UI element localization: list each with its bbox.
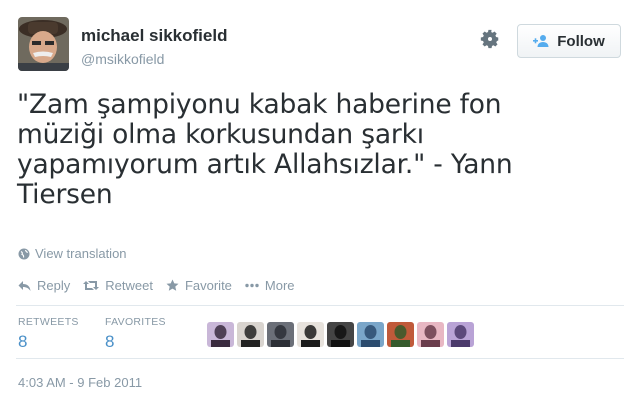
- reply-icon: [18, 281, 31, 291]
- favorite-button[interactable]: Favorite: [166, 278, 232, 293]
- globe-icon: [18, 248, 30, 259]
- favoriter-avatar[interactable]: [327, 322, 354, 347]
- favoriter-avatar[interactable]: [357, 322, 384, 347]
- user-name[interactable]: michael sikkofield: [81, 26, 227, 46]
- more-dots-icon: [245, 283, 259, 288]
- star-icon: [166, 279, 179, 291]
- favoriter-avatar[interactable]: [237, 322, 264, 347]
- divider: [16, 358, 624, 359]
- retweet-button[interactable]: Retweet: [83, 278, 153, 293]
- favoriter-avatar[interactable]: [387, 322, 414, 347]
- gear-icon[interactable]: [479, 28, 501, 50]
- view-translation-label: View translation: [35, 246, 127, 261]
- favoriters-list: [207, 322, 474, 347]
- view-translation-link[interactable]: View translation: [18, 246, 127, 261]
- favoriter-avatar[interactable]: [417, 322, 444, 347]
- more-button[interactable]: More: [245, 278, 295, 293]
- tweet-text: "Zam şampiyonu kabak haberine fon müziği…: [17, 89, 513, 210]
- favoriter-avatar[interactable]: [207, 322, 234, 347]
- follow-label: Follow: [557, 32, 605, 50]
- more-label: More: [264, 278, 295, 293]
- favorites-label: FAVORITES: [105, 316, 166, 328]
- favorite-label: Favorite: [184, 278, 232, 293]
- reply-label: Reply: [37, 278, 71, 293]
- tweet-actions: Reply Retweet Favorite More: [18, 278, 308, 293]
- retweets-count: 8: [18, 332, 28, 351]
- follow-button[interactable]: Follow: [517, 24, 621, 58]
- add-user-icon: [533, 35, 549, 47]
- retweet-icon: [83, 281, 100, 290]
- favoriter-avatar[interactable]: [297, 322, 324, 347]
- favorites-stat[interactable]: FAVORITES 8: [105, 316, 166, 352]
- retweet-label: Retweet: [105, 278, 153, 293]
- favoriter-avatar[interactable]: [267, 322, 294, 347]
- user-handle[interactable]: @msikkofield: [81, 51, 164, 67]
- retweets-stat[interactable]: RETWEETS 8: [18, 316, 79, 352]
- divider: [16, 305, 624, 306]
- favorites-count: 8: [105, 332, 115, 351]
- avatar[interactable]: [18, 17, 69, 71]
- reply-button[interactable]: Reply: [18, 278, 70, 293]
- favoriter-avatar[interactable]: [447, 322, 474, 347]
- tweet-timestamp[interactable]: 4:03 AM - 9 Feb 2011: [18, 375, 142, 390]
- retweets-label: RETWEETS: [18, 316, 79, 328]
